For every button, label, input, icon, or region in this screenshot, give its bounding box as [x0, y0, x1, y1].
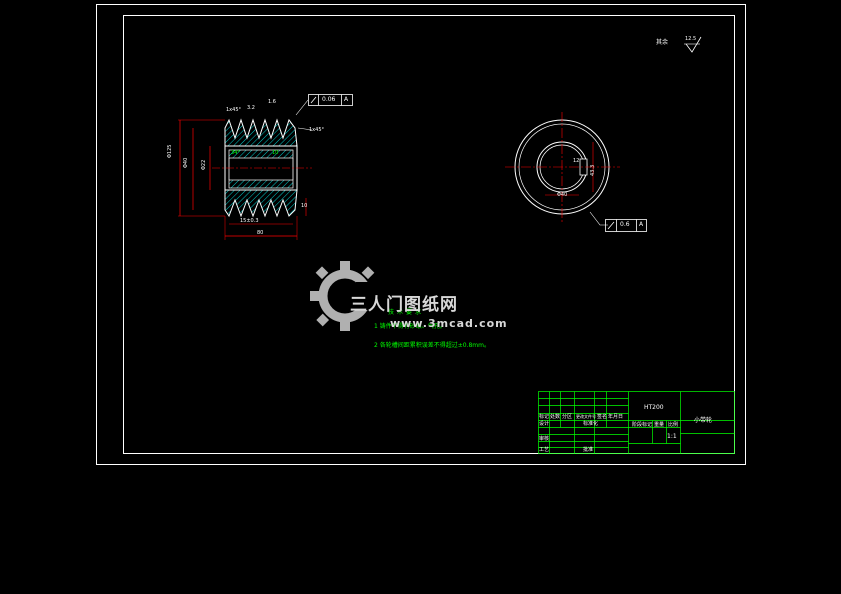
tb-mark: 标记	[539, 414, 550, 420]
roughness-value: 12.5	[685, 36, 697, 42]
title-material: HT200	[644, 404, 664, 411]
surface-note: 其余	[656, 39, 669, 46]
label-roughness-b: 1.6	[268, 99, 276, 105]
label-edge-dim: 10	[301, 203, 308, 209]
tb-weight: 重量	[654, 422, 665, 428]
datum-right: A	[639, 221, 644, 228]
watermark-brand: 三人门图纸网	[350, 295, 458, 315]
label-keyway-width: 12	[573, 158, 580, 164]
tb-zone: 分区	[562, 414, 573, 420]
inner-frame	[123, 15, 735, 454]
label-groove-edge: 10	[272, 150, 279, 156]
runout-symbol-icon-right	[607, 221, 615, 230]
tb-count: 处数	[550, 414, 561, 420]
tb-standard: 标准化	[583, 421, 599, 427]
tb-approve: 批准	[583, 447, 594, 453]
label-groove-angle: 34°	[231, 150, 240, 156]
hub-hatch-bottom	[228, 179, 294, 189]
watermark-url: www.3mcad.com	[390, 317, 508, 330]
bottom-groove-band	[224, 189, 298, 218]
tech-req-item-2: 2 各轮槽间距累积误差不得超过±0.8mm。	[374, 342, 490, 349]
label-keyway-depth: 43.3	[590, 164, 596, 176]
runout-value-right: 0.6	[620, 221, 630, 228]
label-groove-pitch: 15±0.3	[240, 218, 259, 224]
tb-signature: 签名	[597, 414, 608, 420]
outer-frame	[96, 4, 746, 465]
label-hub-dim: Φ22	[201, 159, 207, 170]
tb-process: 工艺	[539, 447, 550, 453]
datum-left: A	[344, 96, 349, 103]
tb-scale-label: 比例	[668, 422, 679, 428]
tb-stage-mark: 阶段标记	[632, 422, 653, 428]
label-bore-dim: Φ40	[183, 157, 189, 168]
label-width-dim: 80	[257, 230, 264, 236]
side-view	[505, 112, 620, 226]
label-side-bore: Φ40	[557, 192, 568, 198]
top-groove-band	[224, 118, 298, 147]
runout-symbol-icon	[310, 96, 317, 104]
tb-date: 年月日	[608, 414, 624, 420]
label-chamfer-top: 1x45°	[226, 107, 242, 113]
title-part-name: 小带轮	[694, 417, 713, 424]
label-chamfer-right: 1x45°	[309, 127, 325, 133]
tb-designer: 设计	[539, 421, 550, 427]
label-roughness-a: 3.2	[247, 105, 255, 111]
tb-checker: 审核	[539, 436, 550, 442]
label-outer-dim: Φ125	[167, 144, 173, 158]
runout-value-left: 0.06	[322, 96, 336, 103]
runout-leader	[295, 99, 309, 116]
title-scale: 1:1	[667, 433, 677, 440]
tb-change-doc: 更改文件号	[576, 414, 596, 419]
